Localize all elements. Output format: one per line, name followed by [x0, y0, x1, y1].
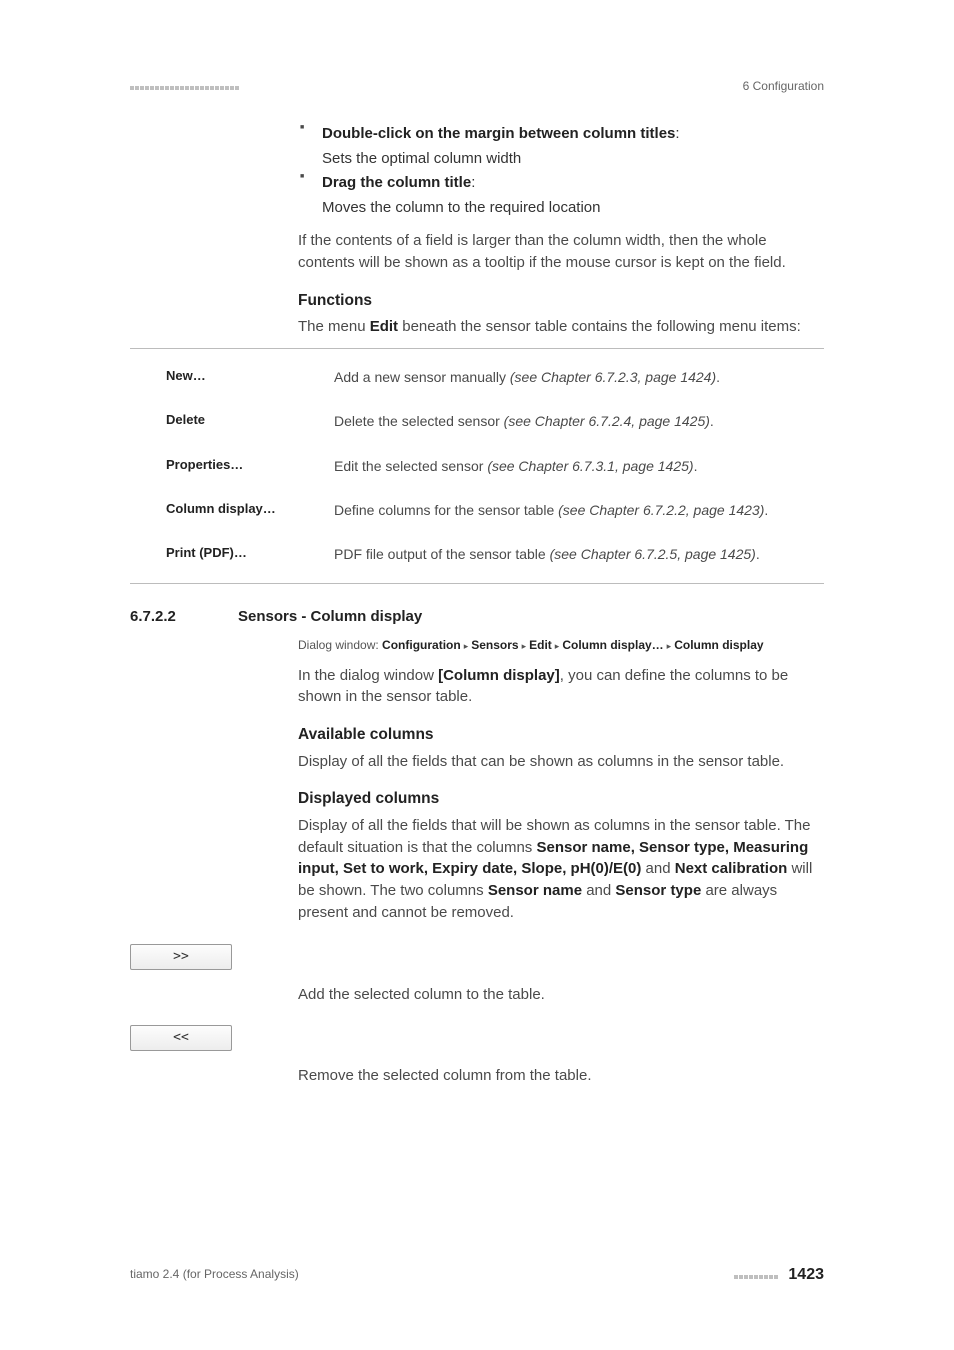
dialog-path: Dialog window: Configuration▸Sensors▸Edi… [298, 637, 824, 654]
footer-dots-decor [734, 1268, 782, 1282]
menu-desc: Add a new sensor manually (see Chapter 6… [334, 367, 824, 387]
menu-item-new: New… [166, 367, 334, 387]
add-column-desc: Add the selected column to the table. [298, 984, 824, 1006]
bullet-desc: Sets the optimal column width [322, 148, 824, 170]
page-footer: tiamo 2.4 (for Process Analysis) 1423 [130, 1263, 824, 1286]
menu-item-column-display: Column display… [166, 500, 334, 520]
tooltip-para: If the contents of a field is larger tha… [298, 230, 824, 274]
page-number: 1423 [788, 1266, 824, 1283]
menu-item-delete: Delete [166, 411, 334, 431]
remove-column-button[interactable]: << [130, 1025, 232, 1051]
list-item: Double-click on the margin between colum… [298, 123, 824, 170]
menu-desc: Edit the selected sensor (see Chapter 6.… [334, 456, 824, 476]
chapter-label: 6 Configuration [743, 78, 824, 95]
column-tips-list: Double-click on the margin between colum… [298, 123, 824, 218]
bullet-desc: Moves the column to the required locatio… [322, 197, 824, 219]
displayed-columns-desc: Display of all the fields that will be s… [298, 815, 824, 924]
menu-item-print-pdf: Print (PDF)… [166, 544, 334, 564]
displayed-columns-heading: Displayed columns [298, 788, 824, 810]
list-item: Drag the column title: Moves the column … [298, 172, 824, 219]
bullet-title: Double-click on the margin between colum… [322, 125, 675, 142]
section-intro: In the dialog window [Column display], y… [298, 665, 824, 709]
product-label: tiamo 2.4 (for Process Analysis) [130, 1266, 299, 1283]
remove-column-desc: Remove the selected column from the tabl… [298, 1065, 824, 1087]
menu-desc: Delete the selected sensor (see Chapter … [334, 411, 824, 431]
available-columns-desc: Display of all the fields that can be sh… [298, 751, 824, 773]
header-dots-decor [130, 78, 240, 95]
functions-intro: The menu Edit beneath the sensor table c… [298, 316, 824, 338]
table-row: Properties… Edit the selected sensor (se… [130, 444, 824, 488]
menu-item-properties: Properties… [166, 456, 334, 476]
section-title: Sensors - Column display [238, 606, 422, 628]
section-heading: 6.7.2.2 Sensors - Column display [130, 606, 824, 628]
table-row: Print (PDF)… PDF file output of the sens… [130, 532, 824, 576]
table-row: Column display… Define columns for the s… [130, 488, 824, 532]
section-number: 6.7.2.2 [130, 606, 238, 628]
functions-heading: Functions [298, 290, 824, 312]
available-columns-heading: Available columns [298, 724, 824, 746]
bullet-title: Drag the column title [322, 174, 471, 191]
table-row: New… Add a new sensor manually (see Chap… [130, 355, 824, 399]
menu-desc: Define columns for the sensor table (see… [334, 500, 824, 520]
table-row: Delete Delete the selected sensor (see C… [130, 399, 824, 443]
page-header: 6 Configuration [130, 78, 824, 95]
edit-menu-table: New… Add a new sensor manually (see Chap… [130, 348, 824, 583]
add-column-button[interactable]: >> [130, 944, 232, 970]
menu-desc: PDF file output of the sensor table (see… [334, 544, 824, 564]
